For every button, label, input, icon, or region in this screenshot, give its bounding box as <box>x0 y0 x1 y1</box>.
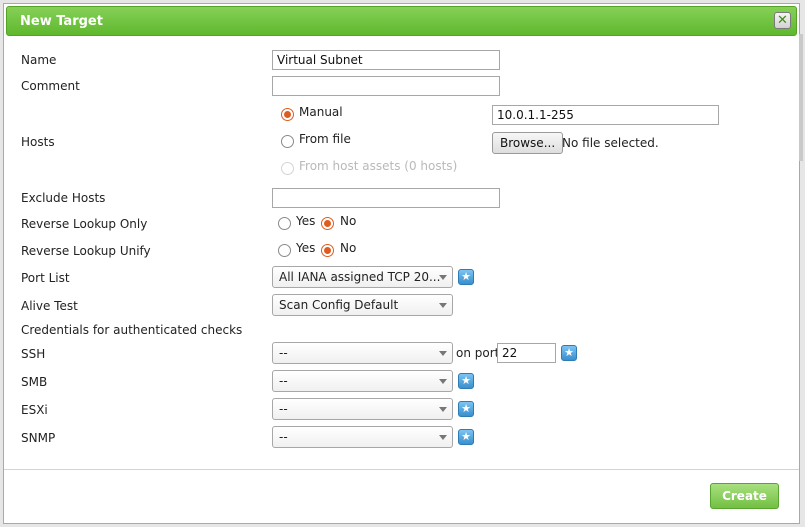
alive-test-selected-value: Scan Config Default <box>279 298 399 312</box>
create-button[interactable]: Create <box>710 483 779 509</box>
credentials-heading: Credentials for authenticated checks <box>21 323 243 337</box>
new-smb-credential-star-icon[interactable]: ★ <box>458 373 474 389</box>
reverse-lookup-unify-no-label: No <box>340 241 357 255</box>
dialog-title-bar[interactable]: New Target ✕ <box>6 6 797 36</box>
comment-label: Comment <box>21 79 80 93</box>
hosts-manual-label: Manual <box>299 105 343 119</box>
footer-divider <box>4 469 799 470</box>
reverse-lookup-only-label: Reverse Lookup Only <box>21 217 148 231</box>
chevron-down-icon <box>439 351 447 356</box>
reverse-lookup-only-yes-radio[interactable] <box>278 217 291 230</box>
snmp-selected-value: -- <box>279 430 288 444</box>
ssh-label: SSH <box>21 347 46 361</box>
reverse-lookup-only-no-radio[interactable] <box>321 217 334 230</box>
exclude-hosts-label: Exclude Hosts <box>21 191 106 205</box>
hosts-manual-input[interactable] <box>492 105 719 125</box>
hosts-label: Hosts <box>21 135 55 149</box>
name-input[interactable] <box>272 50 500 70</box>
new-ssh-credential-star-icon[interactable]: ★ <box>561 345 577 361</box>
hosts-from-file-radio[interactable] <box>281 135 294 148</box>
comment-input[interactable] <box>272 76 500 96</box>
reverse-lookup-only-no-label: No <box>340 214 357 228</box>
chevron-down-icon <box>439 303 447 308</box>
on-port-label: on port <box>456 346 500 360</box>
port-list-selected-value: All IANA assigned TCP 20... <box>279 270 441 284</box>
reverse-lookup-unify-no-radio[interactable] <box>321 244 334 257</box>
name-label: Name <box>21 53 57 67</box>
new-esxi-credential-star-icon[interactable]: ★ <box>458 401 474 417</box>
hosts-from-assets-label: From host assets (0 hosts) <box>299 159 458 173</box>
chevron-down-icon <box>439 407 447 412</box>
reverse-lookup-unify-yes-label: Yes <box>296 241 316 255</box>
chevron-down-icon <box>439 435 447 440</box>
reverse-lookup-only-yes-label: Yes <box>296 214 316 228</box>
chevron-down-icon <box>439 379 447 384</box>
snmp-label: SNMP <box>21 431 56 445</box>
smb-selected-value: -- <box>279 374 288 388</box>
exclude-hosts-input[interactable] <box>272 188 500 208</box>
esxi-label: ESXi <box>21 403 48 417</box>
hosts-from-assets-radio <box>281 162 294 175</box>
new-target-dialog: New Target ✕ Name Comment Hosts Manual F… <box>3 3 803 524</box>
esxi-selected-value: -- <box>279 402 288 416</box>
alive-test-select[interactable]: Scan Config Default <box>272 294 453 316</box>
alive-test-label: Alive Test <box>21 299 78 313</box>
port-list-select[interactable]: All IANA assigned TCP 20... <box>272 266 453 288</box>
new-port-list-star-icon[interactable]: ★ <box>458 269 474 285</box>
file-status-text: No file selected. <box>562 136 659 150</box>
smb-label: SMB <box>21 375 48 389</box>
close-icon[interactable]: ✕ <box>774 12 791 29</box>
reverse-lookup-unify-label: Reverse Lookup Unify <box>21 244 151 258</box>
new-snmp-credential-star-icon[interactable]: ★ <box>458 429 474 445</box>
ssh-credential-select[interactable]: -- <box>272 342 453 364</box>
hosts-from-file-label: From file <box>299 132 351 146</box>
chevron-down-icon <box>439 275 447 280</box>
esxi-credential-select[interactable]: -- <box>272 398 453 420</box>
snmp-credential-select[interactable]: -- <box>272 426 453 448</box>
port-list-label: Port List <box>21 271 70 285</box>
hosts-manual-radio[interactable] <box>281 108 294 121</box>
reverse-lookup-unify-yes-radio[interactable] <box>278 244 291 257</box>
smb-credential-select[interactable]: -- <box>272 370 453 392</box>
ssh-selected-value: -- <box>279 346 288 360</box>
window-edge <box>799 34 803 161</box>
browse-button[interactable]: Browse... <box>492 132 564 154</box>
dialog-title: New Target <box>20 14 103 29</box>
ssh-port-input[interactable] <box>497 343 556 363</box>
